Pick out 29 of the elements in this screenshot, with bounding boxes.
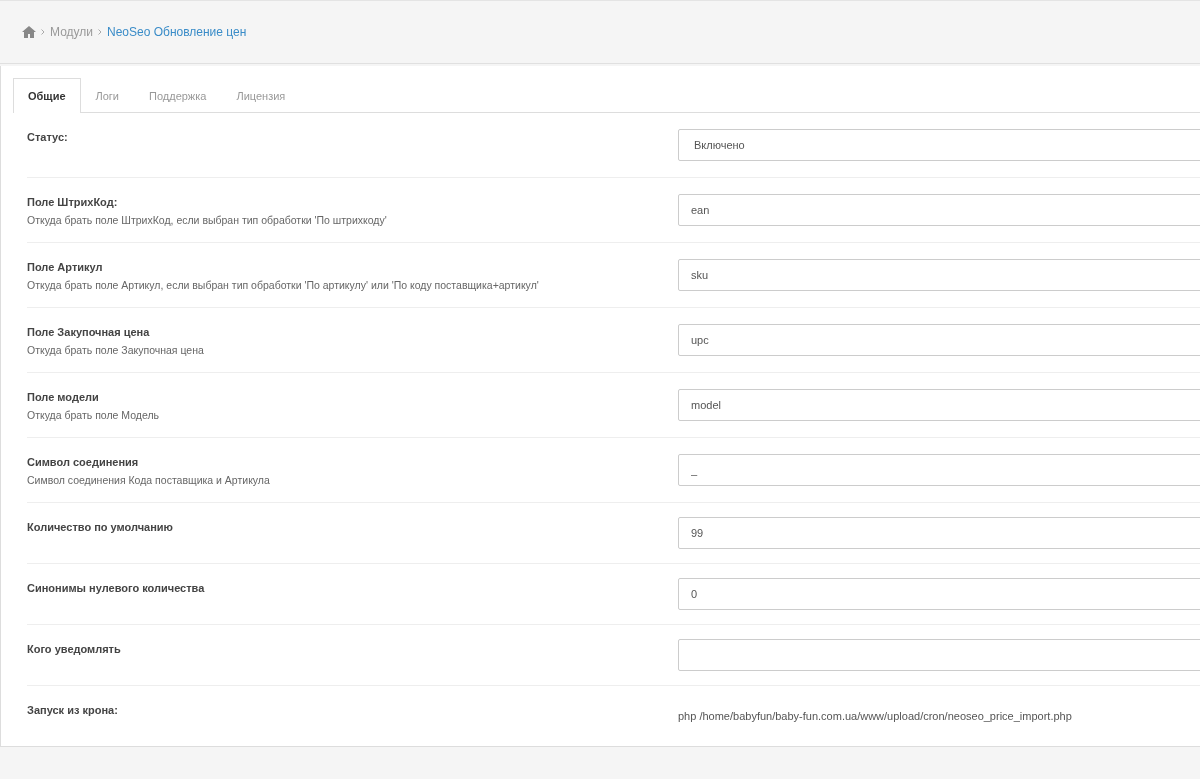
input-field[interactable]: _ (678, 454, 1200, 486)
setting-label: Поле Закупочная цена (27, 326, 151, 338)
setting-label: Синонимы нулевого количества (27, 582, 206, 594)
setting-label: Кого уведомлять (27, 643, 122, 655)
input-field[interactable] (678, 639, 1200, 671)
setting-help-text: Откуда брать поле Модель (27, 409, 160, 421)
chevron-icon (41, 29, 45, 35)
input-field[interactable]: sku (678, 259, 1200, 291)
setting-label: Поле Артикул (27, 261, 104, 273)
cron-command: php /home/babyfun/baby-fun.com.ua/www/upload/cron/neoseo_price_import.php (678, 710, 1073, 722)
input-field[interactable]: ean (678, 194, 1200, 226)
input-field[interactable]: model (678, 389, 1200, 421)
home-icon[interactable] (22, 26, 36, 38)
tab[interactable]: Общие (13, 78, 81, 113)
setting-help-text: Откуда брать поле Закупочная цена (27, 344, 205, 356)
chevron-icon (98, 29, 102, 35)
input-field[interactable]: 99 (678, 517, 1200, 549)
setting-label: Символ соединения (27, 456, 140, 468)
setting-label: Поле ШтрихКод: (27, 196, 119, 208)
input-field[interactable]: 0 (678, 578, 1200, 610)
setting-help-text: Символ соединения Кода поставщика и Артикула (27, 474, 271, 486)
input-field[interactable]: upc (678, 324, 1200, 356)
setting-help-text: Откуда брать поле Артикул, если выбран тип обработки 'По артикулу' или 'По коду поставщика+артикул' (27, 279, 540, 291)
setting-help-text: Откуда брать поле ШтрихКод, если выбран тип обработки 'По штрихкоду' (27, 214, 388, 226)
setting-label: Количество по умолчанию (27, 521, 174, 533)
status-select[interactable]: Включено (678, 129, 1200, 161)
setting-label: Статус: (27, 131, 69, 143)
setting-label: Поле модели (27, 391, 100, 403)
setting-label: Запуск из крона: (27, 704, 119, 716)
